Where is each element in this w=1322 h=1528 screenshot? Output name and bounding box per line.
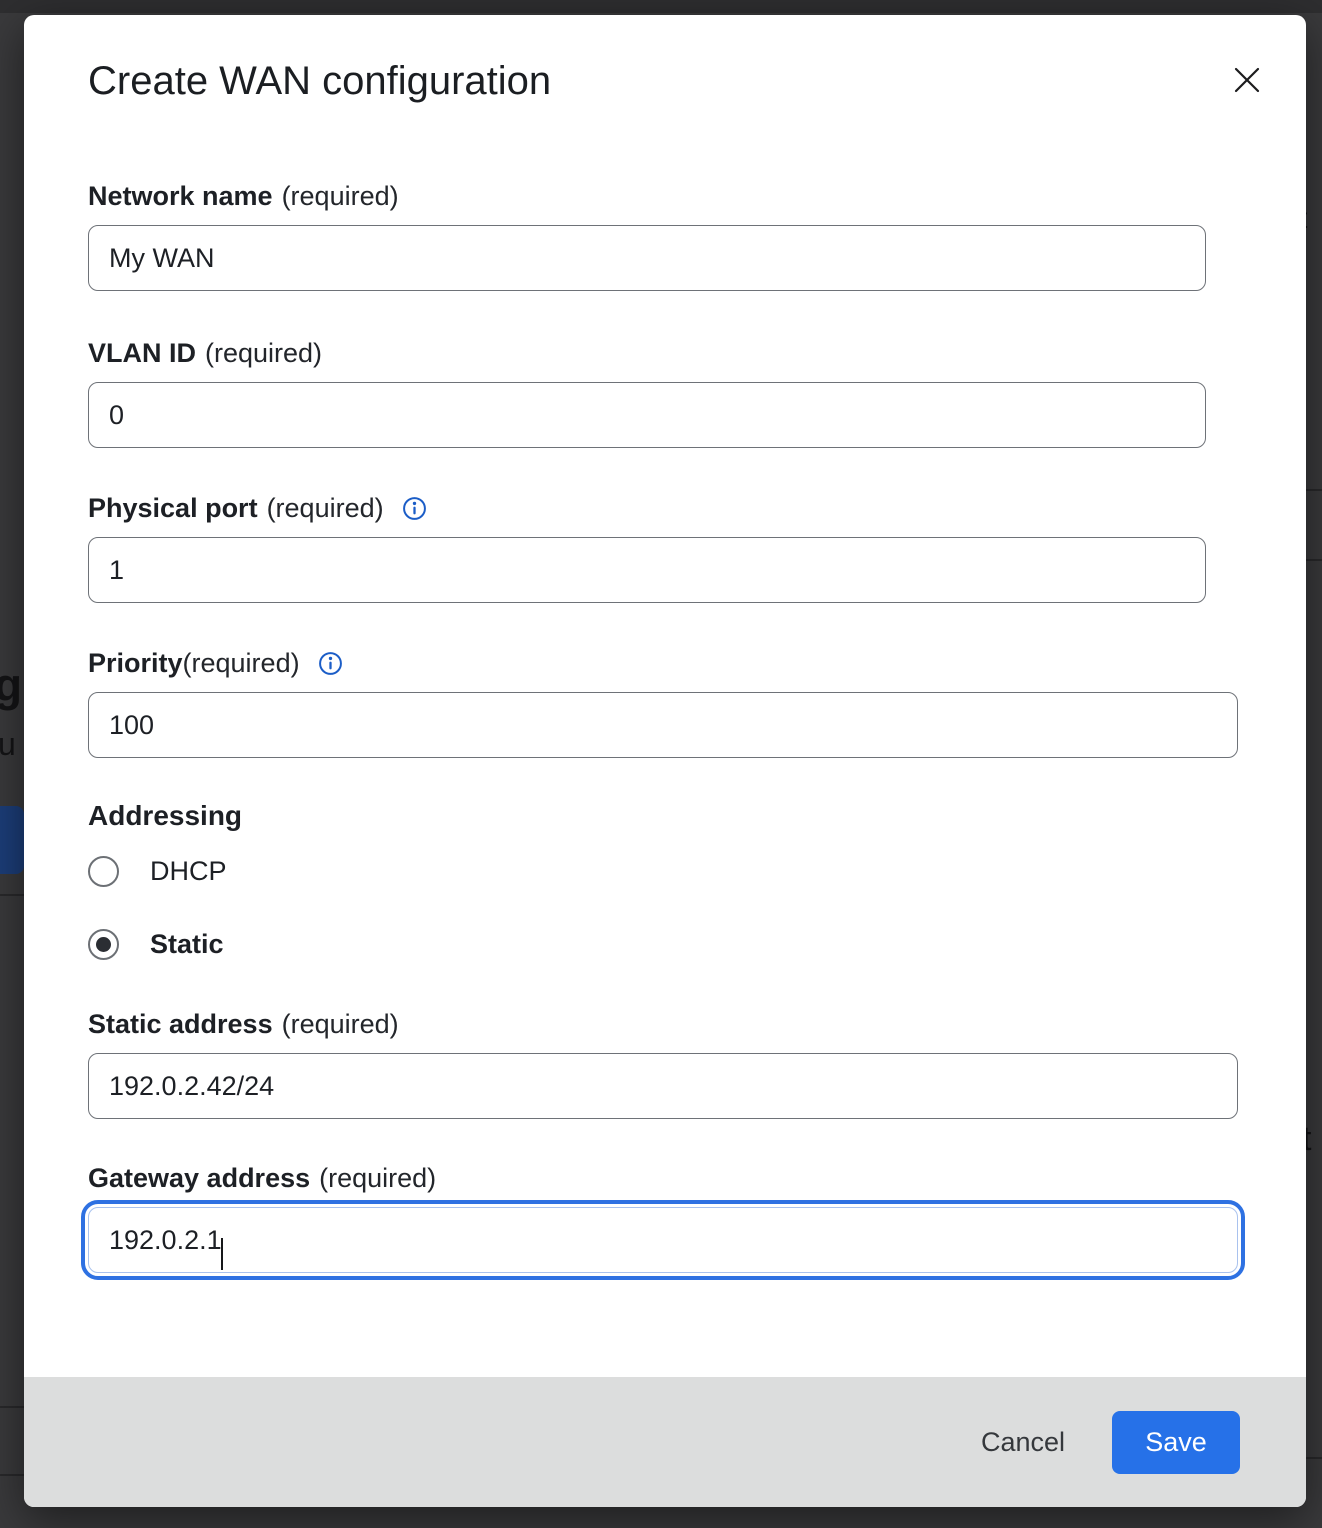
dialog-title: Create WAN configuration [24,15,1306,104]
create-wan-dialog: Create WAN configuration Network name (r… [24,15,1306,1507]
modal-footer: Cancel Save [24,1377,1306,1507]
backdrop-divider [1306,559,1322,561]
label-text: Gateway address [88,1162,310,1194]
radio-label: Static [150,929,224,960]
priority-input[interactable] [88,692,1238,758]
required-text: (required) [183,647,300,679]
label-text: Network name [88,180,273,212]
vlan-id-input[interactable] [88,382,1206,448]
cancel-button[interactable]: Cancel [981,1427,1065,1458]
backdrop-divider [1306,489,1322,491]
radio-option-dhcp[interactable]: DHCP [88,856,1306,887]
radio-label: DHCP [150,856,227,887]
backdrop-header-bar [0,0,1322,13]
close-x-glyph [1233,66,1261,94]
required-text: (required) [205,337,322,369]
priority-label: Priority (required) [88,647,1306,679]
field-static-address: Static address (required) [88,1008,1306,1119]
field-priority: Priority (required) [88,647,1306,758]
required-text: (required) [282,1008,399,1040]
gateway-input-wrapper [88,1207,1238,1273]
label-text: Static address [88,1008,273,1040]
backdrop-button-fragment [0,806,24,874]
text-cursor [221,1238,223,1270]
gateway-address-label: Gateway address (required) [88,1162,1306,1194]
required-text: (required) [319,1162,436,1194]
network-name-input[interactable] [88,225,1206,291]
physical-port-label: Physical port (required) [88,492,1306,524]
required-text: (required) [267,492,384,524]
required-text: (required) [282,180,399,212]
gateway-address-input[interactable] [88,1207,1238,1273]
backdrop-divider [1306,1457,1322,1459]
physical-port-input[interactable] [88,537,1206,603]
static-address-input[interactable] [88,1053,1238,1119]
field-network-name: Network name (required) [88,180,1306,291]
info-icon[interactable] [318,651,343,676]
backdrop-text-fragment: u [0,728,16,760]
backdrop-divider [0,1474,24,1476]
save-button[interactable]: Save [1112,1411,1240,1474]
backdrop-text-fragment: g [0,662,22,708]
radio-option-static[interactable]: Static [88,929,1306,960]
radio-circle-unselected[interactable] [88,856,119,887]
close-icon[interactable] [1230,63,1264,97]
label-text: Priority [88,647,183,679]
backdrop-divider [0,1406,24,1408]
radio-circle-selected[interactable] [88,929,119,960]
vlan-id-label: VLAN ID (required) [88,337,1306,369]
label-text: Physical port [88,492,258,524]
field-vlan-id: VLAN ID (required) [88,337,1306,448]
info-icon[interactable] [402,496,427,521]
static-address-label: Static address (required) [88,1008,1306,1040]
field-physical-port: Physical port (required) [88,492,1306,603]
radio-dot [96,937,111,952]
field-gateway-address: Gateway address (required) [88,1162,1306,1273]
backdrop-divider [0,894,24,896]
addressing-heading: Addressing [88,800,1306,832]
label-text: VLAN ID [88,337,196,369]
network-name-label: Network name (required) [88,180,1306,212]
